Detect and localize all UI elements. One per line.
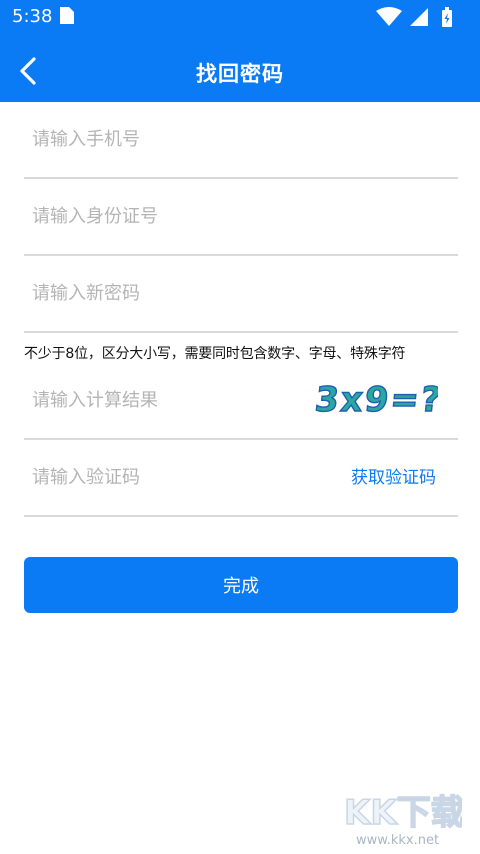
phone-input[interactable] (32, 102, 302, 177)
status-bar: 5:38 (0, 0, 480, 34)
sim-card-icon (60, 7, 74, 24)
cell-signal-icon (410, 8, 428, 26)
watermark-url: www.kkx.net (356, 833, 439, 848)
status-icons (376, 7, 452, 27)
password-hint: 不少于8位，区分大小写，需要同时包含数字、字母、特殊字符 (24, 346, 406, 362)
battery-icon (442, 7, 452, 27)
status-time: 5:38 (12, 6, 53, 27)
calc-result-field: 3x9=? (24, 363, 458, 440)
wifi-icon (376, 7, 402, 26)
sms-code-field: 获取验证码 (24, 440, 458, 517)
submit-button[interactable]: 完成 (24, 557, 458, 613)
new-password-field (24, 256, 458, 333)
captcha-image[interactable]: 3x9=? (312, 373, 438, 421)
id-number-input[interactable] (32, 179, 302, 254)
page-title: 找回密码 (196, 62, 284, 86)
phone-field (24, 102, 458, 179)
sms-code-input[interactable] (32, 440, 302, 515)
title-bar: 找回密码 (0, 40, 480, 102)
watermark-logo: KK下载 www.kkx.net (343, 792, 462, 848)
id-number-field (24, 179, 458, 256)
calc-result-input[interactable] (32, 363, 302, 438)
watermark-logo-text: KK下载 (344, 793, 462, 833)
app-header: 5:38 找回密码 (0, 0, 480, 102)
captcha-text: 3x9=? (313, 380, 438, 420)
new-password-input[interactable] (32, 256, 302, 331)
get-code-button[interactable]: 获取验证码 (351, 440, 436, 517)
